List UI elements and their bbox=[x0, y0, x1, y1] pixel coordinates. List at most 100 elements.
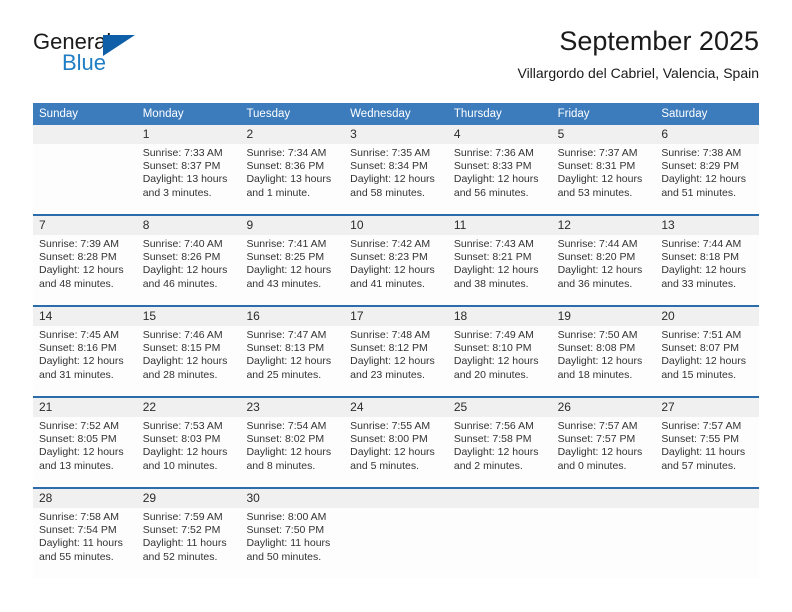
day-cell[interactable]: Sunrise: 7:43 AM Sunset: 8:21 PM Daylight:… bbox=[448, 235, 552, 305]
day-cell[interactable]: Sunrise: 7:44 AM Sunset: 8:18 PM Daylight:… bbox=[655, 235, 759, 305]
day-number[interactable]: 24 bbox=[344, 398, 448, 417]
day-number[interactable]: 23 bbox=[240, 398, 344, 417]
day-number[interactable]: 28 bbox=[33, 489, 137, 508]
weekday-header-monday: Monday bbox=[142, 108, 184, 120]
day-cell[interactable]: Sunrise: 7:46 AM Sunset: 8:15 PM Daylight:… bbox=[137, 326, 241, 396]
day-number[interactable]: 4 bbox=[448, 125, 552, 144]
day-number[interactable]: 11 bbox=[448, 216, 552, 235]
day-cell[interactable]: Sunrise: 7:56 AM Sunset: 7:58 PM Daylight:… bbox=[448, 417, 552, 487]
day-sunrise-text: Sunrise: 7:58 AM bbox=[39, 511, 119, 523]
day-daylight1-text: Daylight: 12 hours bbox=[39, 355, 124, 368]
day-cell[interactable]: Sunrise: 7:50 AM Sunset: 8:08 PM Daylight:… bbox=[552, 326, 656, 396]
day-cell[interactable]: Sunrise: 7:58 AM Sunset: 7:54 PM Daylight:… bbox=[33, 508, 137, 578]
day-cell[interactable]: Sunrise: 7:51 AM Sunset: 8:07 PM Daylight:… bbox=[655, 326, 759, 396]
day-sunset-text: Sunset: 8:37 PM bbox=[142, 160, 221, 173]
day-number[interactable]: 29 bbox=[137, 489, 241, 508]
day-number[interactable]: 22 bbox=[137, 398, 241, 417]
day-number[interactable]: 17 bbox=[344, 307, 448, 326]
calendar-week-row: 7 8 9 10 11 12 13 Sunrise: 7:39 AM Sunset: 8:28 … bbox=[33, 214, 759, 305]
day-daylight2-text: and 20 minutes. bbox=[453, 368, 529, 381]
day-cell[interactable]: Sunrise: 7:40 AM Sunset: 8:26 PM Daylight:… bbox=[137, 235, 241, 305]
day-cell[interactable]: Sunrise: 7:38 AM Sunset: 8:29 PM Daylight:… bbox=[655, 144, 759, 214]
day-number[interactable]: 3 bbox=[344, 125, 448, 144]
day-number[interactable]: 18 bbox=[448, 307, 552, 326]
page-header: General Blue September 2025 Villargordo … bbox=[33, 26, 759, 94]
day-cell[interactable]: Sunrise: 7:48 AM Sunset: 8:12 PM Daylight:… bbox=[344, 326, 448, 396]
day-cell[interactable]: Sunrise: 7:47 AM Sunset: 8:13 PM Daylight:… bbox=[240, 326, 344, 396]
day-number[interactable]: 7 bbox=[33, 216, 137, 235]
day-daylight1-text: Daylight: 12 hours bbox=[661, 264, 746, 277]
title-block: September 2025 Villargordo del Cabriel, … bbox=[517, 24, 759, 82]
general-blue-logo[interactable]: General Blue bbox=[33, 28, 173, 84]
day-number[interactable]: 20 bbox=[655, 307, 759, 326]
day-cell[interactable]: Sunrise: 8:00 AM Sunset: 7:50 PM Daylight:… bbox=[240, 508, 344, 578]
day-cell[interactable]: Sunrise: 7:35 AM Sunset: 8:34 PM Daylight:… bbox=[344, 144, 448, 214]
day-cell[interactable]: Sunrise: 7:52 AM Sunset: 8:05 PM Daylight:… bbox=[33, 417, 137, 487]
day-cell[interactable]: Sunrise: 7:36 AM Sunset: 8:33 PM Daylight:… bbox=[448, 144, 552, 214]
day-number[interactable]: 16 bbox=[240, 307, 344, 326]
day-cell[interactable]: Sunrise: 7:39 AM Sunset: 8:28 PM Daylight:… bbox=[33, 235, 137, 305]
day-number[interactable]: 2 bbox=[240, 125, 344, 144]
day-daylight2-text: and 57 minutes. bbox=[661, 459, 737, 472]
day-daylight1-text: Daylight: 12 hours bbox=[557, 173, 643, 186]
day-cell[interactable]: Sunrise: 7:34 AM Sunset: 8:36 PM Daylight:… bbox=[240, 144, 344, 214]
day-cell[interactable]: Sunrise: 7:53 AM Sunset: 8:03 PM Daylight:… bbox=[137, 417, 241, 487]
day-sunset-text: Sunset: 8:12 PM bbox=[350, 342, 428, 355]
day-daylight2-text: and 0 minutes. bbox=[557, 459, 627, 472]
day-number[interactable]: 9 bbox=[240, 216, 344, 235]
day-sunrise-text: Sunrise: 7:55 AM bbox=[350, 420, 431, 432]
day-cell[interactable]: Sunrise: 7:55 AM Sunset: 8:00 PM Daylight:… bbox=[344, 417, 448, 487]
day-number[interactable]: 10 bbox=[344, 216, 448, 235]
day-daylight1-text: Daylight: 13 hours bbox=[142, 173, 228, 186]
weekday-header-thursday: Thursday bbox=[453, 108, 502, 120]
triangle-icon bbox=[103, 35, 135, 56]
day-daylight2-text: and 48 minutes. bbox=[39, 277, 114, 290]
day-cell[interactable]: Sunrise: 7:44 AM Sunset: 8:20 PM Daylight:… bbox=[552, 235, 656, 305]
day-cell bbox=[344, 508, 448, 578]
day-number[interactable]: 13 bbox=[655, 216, 759, 235]
day-cell[interactable]: Sunrise: 7:33 AM Sunset: 8:37 PM Daylight:… bbox=[137, 144, 241, 214]
day-daylight2-text: and 10 minutes. bbox=[142, 459, 218, 472]
day-number[interactable]: 12 bbox=[552, 216, 656, 235]
day-number[interactable]: 26 bbox=[552, 398, 656, 417]
day-daylight1-text: Daylight: 12 hours bbox=[557, 264, 643, 277]
day-number[interactable]: 8 bbox=[137, 216, 241, 235]
day-cell[interactable]: Sunrise: 7:45 AM Sunset: 8:16 PM Daylight:… bbox=[33, 326, 137, 396]
day-number[interactable]: 25 bbox=[448, 398, 552, 417]
day-cell[interactable]: Sunrise: 7:42 AM Sunset: 8:23 PM Daylight:… bbox=[344, 235, 448, 305]
day-sunset-text: Sunset: 8:07 PM bbox=[661, 342, 739, 355]
day-cell[interactable]: Sunrise: 7:54 AM Sunset: 8:02 PM Daylight:… bbox=[240, 417, 344, 487]
day-daylight2-text: and 56 minutes. bbox=[453, 186, 529, 199]
day-sunset-text: Sunset: 7:50 PM bbox=[246, 524, 325, 537]
day-number[interactable]: 27 bbox=[655, 398, 759, 417]
day-daylight1-text: Daylight: 12 hours bbox=[142, 446, 228, 459]
day-cell[interactable]: Sunrise: 7:37 AM Sunset: 8:31 PM Daylight:… bbox=[552, 144, 656, 214]
day-cell[interactable]: Sunrise: 7:41 AM Sunset: 8:25 PM Daylight:… bbox=[240, 235, 344, 305]
day-cell[interactable]: Sunrise: 7:59 AM Sunset: 7:52 PM Daylight:… bbox=[137, 508, 241, 578]
day-sunrise-text: Sunrise: 7:42 AM bbox=[350, 238, 431, 250]
day-number[interactable]: 21 bbox=[33, 398, 137, 417]
day-number[interactable]: 1 bbox=[137, 125, 241, 144]
week-daynumber-row: 123456 bbox=[33, 125, 759, 144]
week-daynumber-row: 7 8 9 10 11 12 13 bbox=[33, 216, 759, 235]
day-daylight1-text: Daylight: 11 hours bbox=[246, 537, 331, 550]
day-number[interactable]: 6 bbox=[655, 125, 759, 144]
day-sunset-text: Sunset: 7:58 PM bbox=[453, 433, 532, 446]
day-daylight1-text: Daylight: 12 hours bbox=[350, 355, 435, 368]
day-number[interactable]: 14 bbox=[33, 307, 137, 326]
day-number[interactable]: 15 bbox=[137, 307, 241, 326]
day-cell[interactable]: Sunrise: 7:49 AM Sunset: 8:10 PM Daylight:… bbox=[448, 326, 552, 396]
day-daylight2-text: and 36 minutes. bbox=[557, 277, 633, 290]
day-cell[interactable]: Sunrise: 7:57 AM Sunset: 7:57 PM Daylight:… bbox=[552, 417, 656, 487]
day-number[interactable]: 5 bbox=[552, 125, 656, 144]
day-number[interactable]: 19 bbox=[552, 307, 656, 326]
day-cell[interactable]: Sunrise: 7:57 AM Sunset: 7:55 PM Daylight:… bbox=[655, 417, 759, 487]
day-sunrise-text: Sunrise: 8:00 AM bbox=[246, 511, 327, 523]
day-sunrise-text: Sunrise: 7:44 AM bbox=[661, 238, 742, 250]
day-number[interactable]: 30 bbox=[240, 489, 344, 508]
day-daylight1-text: Daylight: 12 hours bbox=[453, 446, 539, 459]
day-sunrise-text: Sunrise: 7:34 AM bbox=[246, 147, 327, 159]
day-sunrise-text: Sunrise: 7:51 AM bbox=[661, 329, 742, 341]
day-sunrise-text: Sunrise: 7:40 AM bbox=[142, 238, 223, 250]
day-sunset-text: Sunset: 8:28 PM bbox=[39, 251, 117, 264]
